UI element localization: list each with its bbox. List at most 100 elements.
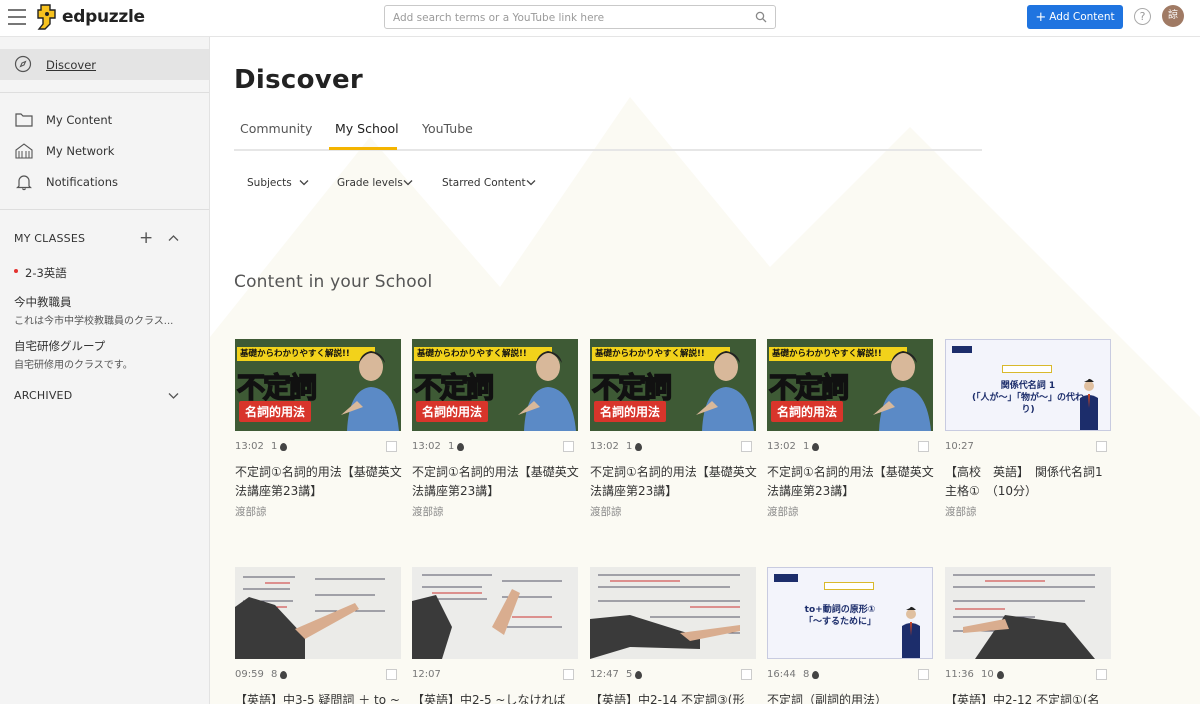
chevron-down-icon xyxy=(299,180,309,186)
select-checkbox[interactable] xyxy=(563,669,574,680)
filter-label: Subjects xyxy=(247,177,292,189)
video-thumbnail[interactable]: 基礎からわかりやすく解説!! 不定詞 名詞的用法 xyxy=(590,339,756,431)
question-count: 8 xyxy=(803,669,820,680)
card-meta: 11:36 10 xyxy=(945,669,1111,681)
subjects-filter[interactable]: Subjects xyxy=(247,177,309,189)
top-bar: edpuzzle + Add Content ? 諒 xyxy=(0,0,1200,37)
card-meta: 16:44 8 xyxy=(767,669,933,681)
add-content-button[interactable]: + Add Content xyxy=(1027,5,1123,29)
video-author: 渡部諒 xyxy=(412,506,444,518)
select-checkbox[interactable] xyxy=(918,441,929,452)
avatar[interactable]: 諒 xyxy=(1162,5,1184,27)
add-class-icon[interactable]: + xyxy=(139,230,153,247)
whiteboard-image xyxy=(235,567,401,659)
video-thumbnail[interactable]: to+動詞の原形① 「～するために」 xyxy=(767,567,933,659)
thumbnail-subheading: 名詞的用法 xyxy=(771,401,844,422)
divider xyxy=(0,92,209,93)
slide-label xyxy=(1002,365,1052,373)
thumbnail-heading: 不定詞 xyxy=(413,370,495,405)
question-icon xyxy=(635,670,643,679)
archived-heading[interactable]: ARCHIVED xyxy=(14,389,72,402)
video-duration: 13:02 xyxy=(412,441,441,452)
select-checkbox[interactable] xyxy=(741,669,752,680)
class-item-2-3[interactable]: 2-3英語 xyxy=(25,265,67,281)
video-thumbnail[interactable] xyxy=(590,567,756,659)
section-title: Content in your School xyxy=(234,272,433,292)
question-count-value: 8 xyxy=(803,669,810,680)
video-duration: 13:02 xyxy=(235,441,264,452)
search-icon[interactable] xyxy=(755,11,767,23)
card-meta: 13:02 1 xyxy=(767,441,933,453)
select-checkbox[interactable] xyxy=(386,441,397,452)
active-tab-indicator xyxy=(329,147,397,150)
video-duration: 16:44 xyxy=(767,669,796,680)
thumbnail-heading: 不定詞 xyxy=(768,370,850,405)
video-title[interactable]: 【英語】中2-14 不定詞③(形 xyxy=(590,691,764,704)
video-title[interactable]: 【英語】中2-12 不定詞①(名 xyxy=(945,691,1119,704)
sidebar-item-my-content[interactable]: My Content xyxy=(0,107,209,133)
grade-levels-filter[interactable]: Grade levels xyxy=(337,177,413,189)
video-author: 渡部諒 xyxy=(235,506,267,518)
tab-bar: Community My School YouTube xyxy=(234,117,982,151)
menu-icon[interactable] xyxy=(8,9,26,25)
select-checkbox[interactable] xyxy=(1096,441,1107,452)
question-count: 5 xyxy=(626,669,643,680)
video-title[interactable]: 不定詞①名詞的用法【基礎英文法講座第23講】 xyxy=(590,463,764,501)
edpuzzle-logo-icon xyxy=(37,4,56,30)
tab-community[interactable]: Community xyxy=(240,121,312,136)
video-title[interactable]: 【高校 英語】 関係代名詞1 主格① （10分） xyxy=(945,463,1119,501)
search-input[interactable] xyxy=(393,7,753,29)
video-title[interactable]: 不定詞①名詞的用法【基礎英文法講座第23講】 xyxy=(767,463,941,501)
tab-youtube[interactable]: YouTube xyxy=(422,121,473,136)
video-thumbnail[interactable]: 基礎からわかりやすく解説!! 不定詞 名詞的用法 xyxy=(412,339,578,431)
question-count: 1 xyxy=(271,441,288,452)
card-meta: 13:02 1 xyxy=(590,441,756,453)
select-checkbox[interactable] xyxy=(563,441,574,452)
class-item-home-study[interactable]: 自宅研修グループ xyxy=(14,338,105,354)
search-box xyxy=(384,5,776,29)
question-count-value: 5 xyxy=(626,669,633,680)
select-checkbox[interactable] xyxy=(918,669,929,680)
chevron-down-icon xyxy=(526,180,536,186)
select-checkbox[interactable] xyxy=(386,669,397,680)
video-thumbnail[interactable] xyxy=(412,567,578,659)
sidebar-item-notifications[interactable]: Notifications xyxy=(0,169,209,195)
presenter-image xyxy=(341,351,399,431)
teacher-figure xyxy=(1080,378,1098,430)
video-title[interactable]: 不定詞①名詞的用法【基礎英文法講座第23講】 xyxy=(235,463,409,501)
video-title[interactable]: 【英語】中2-5 ~しなければ xyxy=(412,691,586,704)
video-title[interactable]: 不定詞①名詞的用法【基礎英文法講座第23講】 xyxy=(412,463,586,501)
class-item-staff[interactable]: 今中教職員 xyxy=(14,294,72,310)
chevron-down-icon[interactable] xyxy=(168,392,179,400)
select-checkbox[interactable] xyxy=(741,441,752,452)
video-thumbnail[interactable]: 関係代名詞 1 (「人が〜」「物が〜」の代わり) xyxy=(945,339,1111,431)
help-icon[interactable]: ? xyxy=(1134,8,1151,25)
add-content-label: Add Content xyxy=(1049,11,1115,23)
sidebar-item-discover[interactable]: Discover xyxy=(0,49,209,80)
video-duration: 11:36 xyxy=(945,669,974,680)
thumbnail-subheading: 名詞的用法 xyxy=(239,401,312,422)
logo[interactable]: edpuzzle xyxy=(37,4,145,30)
tab-my-school[interactable]: My School xyxy=(335,121,399,136)
video-duration: 12:07 xyxy=(412,669,441,680)
select-checkbox[interactable] xyxy=(1096,669,1107,680)
folder-icon xyxy=(15,113,33,127)
video-thumbnail[interactable] xyxy=(945,567,1111,659)
question-icon xyxy=(280,670,288,679)
starred-content-filter[interactable]: Starred Content xyxy=(442,177,536,189)
video-author: 渡部諒 xyxy=(945,506,977,518)
question-count-value: 1 xyxy=(448,441,455,452)
video-title[interactable]: 不定詞（副詞的用法） xyxy=(767,691,941,704)
video-title[interactable]: 【英語】中3-5 疑問詞 ＋ to ~ xyxy=(235,691,409,704)
network-icon xyxy=(15,143,33,159)
card-meta: 13:02 1 xyxy=(235,441,401,453)
chevron-up-icon[interactable] xyxy=(168,234,179,242)
question-count: 10 xyxy=(981,669,1004,680)
question-icon xyxy=(812,670,820,679)
video-thumbnail[interactable] xyxy=(235,567,401,659)
video-duration: 12:47 xyxy=(590,669,619,680)
video-thumbnail[interactable]: 基礎からわかりやすく解説!! 不定詞 名詞的用法 xyxy=(767,339,933,431)
sidebar-item-my-network[interactable]: My Network xyxy=(0,138,209,164)
thumbnail-subheading: 名詞的用法 xyxy=(594,401,667,422)
video-thumbnail[interactable]: 基礎からわかりやすく解説!! 不定詞 名詞的用法 xyxy=(235,339,401,431)
